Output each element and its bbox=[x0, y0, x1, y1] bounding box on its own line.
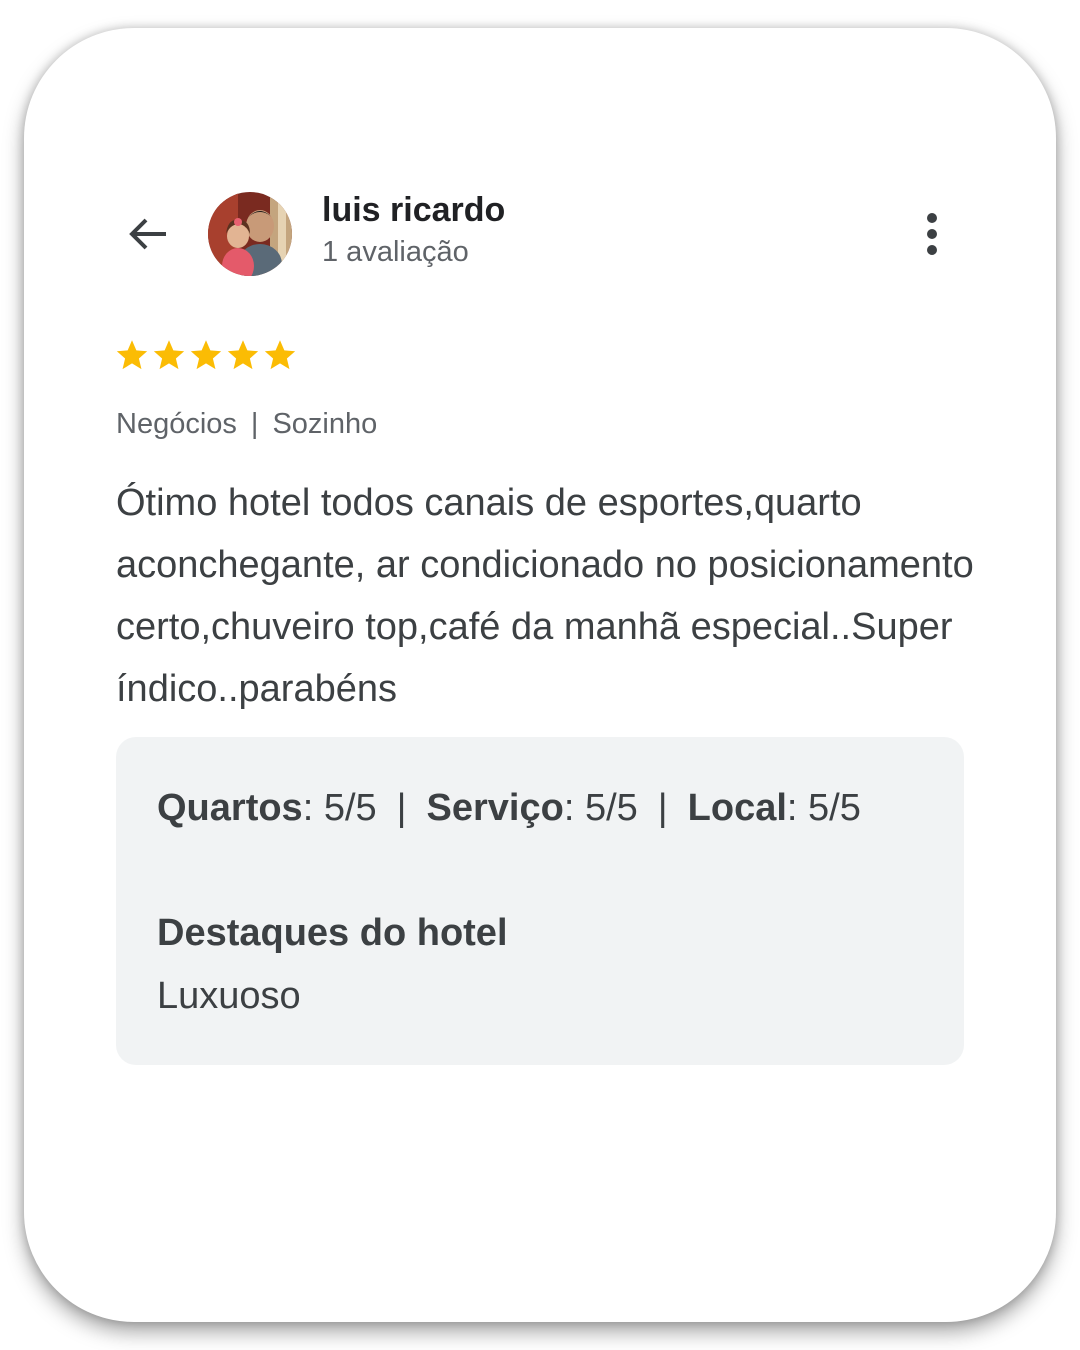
rating-location-label: Local bbox=[687, 787, 787, 829]
back-button[interactable] bbox=[120, 206, 176, 262]
star-icon bbox=[227, 340, 259, 370]
arrow-back-icon bbox=[129, 218, 166, 250]
rating-service-value: 5/5 bbox=[574, 787, 638, 829]
trip-type: Negócios bbox=[116, 408, 237, 440]
trip-companion: Sozinho bbox=[272, 408, 378, 440]
highlights-title: Destaques do hotel bbox=[157, 912, 508, 954]
rating-rooms-label: Quartos bbox=[157, 787, 303, 829]
review-card: luis ricardo 1 avaliação Negócios | Sozinh… bbox=[24, 28, 1056, 1322]
avatar[interactable] bbox=[208, 192, 292, 276]
user-name[interactable]: luis ricardo bbox=[322, 191, 505, 230]
review-count: 1 avaliação bbox=[322, 236, 469, 268]
rating-rooms: Quartos: 5/5 bbox=[157, 787, 377, 829]
rating-location-colon: : bbox=[786, 787, 798, 829]
trip-separator: | bbox=[250, 408, 259, 440]
rating-separator: | bbox=[657, 787, 668, 829]
rating-service: Serviço: 5/5 bbox=[427, 787, 638, 829]
trip-info: Negócios | Sozinho bbox=[116, 408, 377, 441]
star-icon bbox=[116, 340, 148, 370]
rating-location-value: 5/5 bbox=[797, 787, 861, 829]
review-details-box: Quartos: 5/5 | Serviço: 5/5 | Local: 5/5 Des… bbox=[116, 737, 964, 1065]
star-icon bbox=[264, 340, 296, 370]
rating-service-label: Serviço bbox=[426, 787, 564, 829]
review-text: Ótimo hotel todos canais de esportes,qua… bbox=[116, 482, 974, 710]
rating-location: Local: 5/5 bbox=[688, 787, 861, 829]
rating-rooms-value: 5/5 bbox=[313, 787, 377, 829]
star-icon bbox=[153, 340, 185, 370]
rating-separator: | bbox=[396, 787, 407, 829]
rating-rooms-colon: : bbox=[302, 787, 314, 829]
rating-service-colon: : bbox=[563, 787, 575, 829]
user-avatar-photo bbox=[208, 192, 292, 276]
more-options-button[interactable] bbox=[910, 204, 954, 264]
star-icon bbox=[190, 340, 222, 370]
sub-ratings: Quartos: 5/5 | Serviço: 5/5 | Local: 5/5 bbox=[157, 787, 861, 830]
star-rating bbox=[114, 337, 298, 373]
page: luis ricardo 1 avaliação Negócios | Sozinh… bbox=[0, 0, 1080, 1350]
highlights-value: Luxuoso bbox=[157, 975, 301, 1017]
more-vert-icon bbox=[927, 213, 937, 255]
